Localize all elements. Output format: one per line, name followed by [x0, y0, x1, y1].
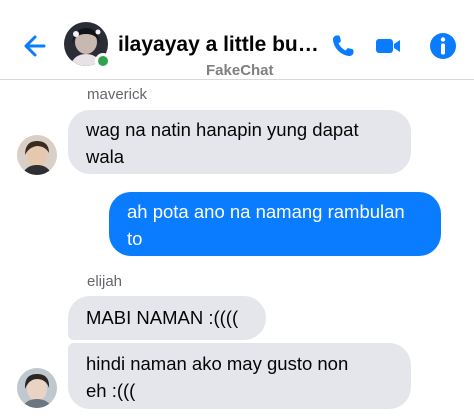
- chat-title[interactable]: ilayayay a little butt…: [118, 33, 323, 57]
- contact-avatar[interactable]: [64, 22, 111, 69]
- message-line: hindi naman ako may gusto non: [86, 353, 349, 374]
- phone-icon[interactable]: [329, 32, 357, 60]
- info-icon[interactable]: [429, 32, 457, 60]
- message-line: MABI NAMAN :((((: [86, 307, 239, 328]
- online-status-dot: [95, 53, 111, 69]
- message-bubble[interactable]: MABI NAMAN :((((: [68, 296, 266, 340]
- sender-photo: [17, 368, 57, 408]
- sender-avatar[interactable]: [17, 368, 57, 408]
- sender-name: elijah: [87, 273, 123, 290]
- message-line: wala: [86, 146, 125, 167]
- sender-photo: [17, 135, 57, 175]
- message-line: wag na natin hanapin yung dapat: [86, 119, 359, 140]
- sender-name: maverick: [87, 86, 148, 103]
- sender-avatar[interactable]: [17, 135, 57, 175]
- chat-subtitle: FakeChat: [206, 62, 274, 79]
- message-line: ah pota ano na namang rambulan: [127, 201, 405, 222]
- chat-header: ilayayay a little butt… FakeChat: [0, 0, 474, 80]
- message-bubble[interactable]: hindi naman ako may gusto non eh :(((: [68, 343, 411, 409]
- message-line: eh :(((: [86, 380, 136, 401]
- video-camera-icon[interactable]: [374, 32, 402, 60]
- message-line: to: [127, 228, 143, 249]
- arrow-left-icon[interactable]: [20, 31, 50, 61]
- message-bubble-outgoing[interactable]: ah pota ano na namang rambulan to: [109, 192, 441, 256]
- message-bubble[interactable]: wag na natin hanapin yung dapat wala: [68, 110, 411, 174]
